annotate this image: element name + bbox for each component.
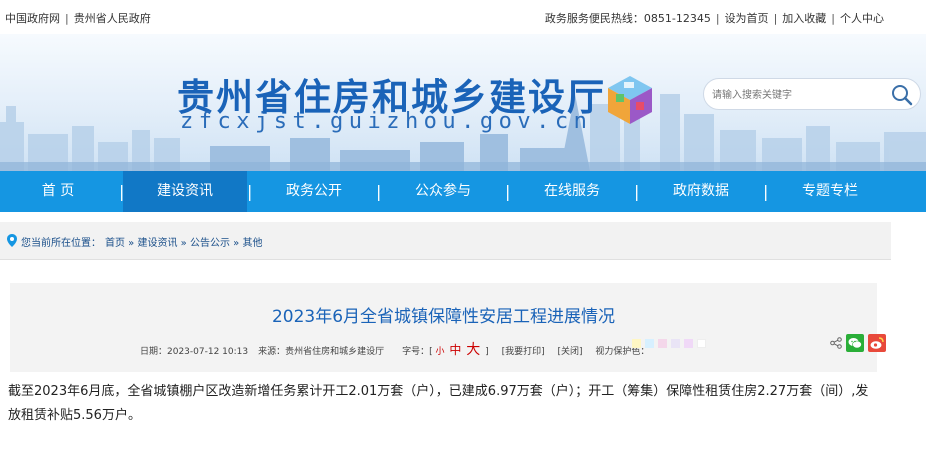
article-title: 2023年6月全省城镇保障性安居工程进展情况 — [271, 307, 616, 327]
swatch-lavender[interactable] — [671, 339, 680, 348]
swatch-pink[interactable] — [658, 339, 667, 348]
font-size-medium[interactable]: 中 — [449, 343, 461, 357]
breadcrumb-path: 首页 » 建设资讯 » 公告公示 » 其他 — [105, 238, 263, 249]
breadcrumb-construction-news[interactable]: 建设资讯 — [137, 238, 177, 249]
close-button[interactable]: [关闭] — [557, 347, 582, 357]
article-header: 2023年6月全省城镇保障性安居工程进展情况 日期：2023-07-12 10:… — [10, 283, 886, 372]
vision-protect-label: 视力保护色： — [595, 347, 650, 357]
set-homepage-link[interactable]: 设为首页 — [725, 12, 769, 25]
breadcrumb-label: 您当前所在位置： — [21, 238, 101, 249]
article-source: 来源：贵州省住房和城乡建设厅 — [258, 347, 385, 357]
weibo-icon[interactable] — [868, 334, 886, 352]
nav-item-home[interactable]: 首 页 — [0, 171, 116, 212]
main-nav: 首 页 | 建设资讯 | 政务公开 | 公众参与 | 在线服务 | 政府数据 |… — [0, 171, 926, 212]
article-meta: 日期：2023-07-12 10:13 来源：贵州省住房和城乡建设厅 字号：[ 小 … — [140, 339, 659, 359]
top-links-left: 中国政府网 | 贵州省人民政府 — [5, 12, 151, 25]
breadcrumb-home[interactable]: 首页 — [105, 238, 125, 249]
nav-item-public-participation[interactable]: 公众参与 — [381, 171, 505, 212]
location-pin-icon — [7, 234, 17, 247]
swatch-white[interactable] — [697, 339, 706, 348]
font-size-large[interactable]: 大 — [466, 342, 480, 358]
header-banner: 贵州省住房和城乡建设厅 zfcxjst.guizhou.gov.cn — [0, 34, 926, 171]
search-input[interactable] — [712, 86, 882, 104]
article-body: 截至2023年6月底，全省城镇棚户区改造新增任务累计开工2.01万套（户），已建… — [8, 384, 869, 423]
breadcrumb: 您当前所在位置： 首页 » 建设资讯 » 公告公示 » 其他 — [0, 222, 891, 260]
vision-color-swatches — [632, 339, 710, 348]
add-favorite-link[interactable]: 加入收藏 — [782, 12, 826, 25]
top-bar: 中国政府网 | 贵州省人民政府 政务服务便民热线：0851-12345 | 设为首页 | 加… — [0, 0, 926, 34]
breadcrumb-announcements[interactable]: 公告公示 — [190, 238, 230, 249]
search-box — [703, 78, 921, 110]
nav-item-government-data[interactable]: 政府数据 — [639, 171, 763, 212]
site-domain: zfcxjst.guizhou.gov.cn — [180, 109, 593, 134]
swatch-blue[interactable] — [645, 339, 654, 348]
hotline-text: 政务服务便民热线：0851-12345 — [544, 12, 711, 25]
breadcrumb-other[interactable]: 其他 — [242, 238, 262, 249]
swatch-purple[interactable] — [684, 339, 693, 348]
article-date: 日期：2023-07-12 10:13 — [140, 347, 249, 357]
font-size-small[interactable]: 小 — [436, 347, 445, 357]
wechat-icon[interactable] — [846, 334, 864, 352]
personal-center-link[interactable]: 个人中心 — [840, 12, 884, 25]
font-size-close-bracket: ] — [485, 347, 489, 357]
print-button[interactable]: [我要打印] — [502, 347, 545, 357]
search-icon[interactable] — [890, 83, 914, 107]
nav-item-government-affairs[interactable]: 政务公开 — [252, 171, 376, 212]
nav-item-special-topics[interactable]: 专题专栏 — [768, 171, 892, 212]
nav-item-construction-news[interactable]: 建设资讯 — [123, 171, 247, 212]
top-links-right: 政务服务便民热线：0851-12345 | 设为首页 | 加入收藏 | 个人中心 — [544, 12, 884, 25]
swatch-yellow[interactable] — [632, 339, 641, 348]
link-gov-cn[interactable]: 中国政府网 — [5, 12, 60, 25]
share-icon[interactable] — [830, 337, 842, 349]
cube-logo-icon — [608, 76, 652, 124]
font-size-label: 字号：[ — [402, 347, 433, 357]
link-guizhou-gov[interactable]: 贵州省人民政府 — [74, 12, 151, 25]
nav-item-online-service[interactable]: 在线服务 — [510, 171, 634, 212]
